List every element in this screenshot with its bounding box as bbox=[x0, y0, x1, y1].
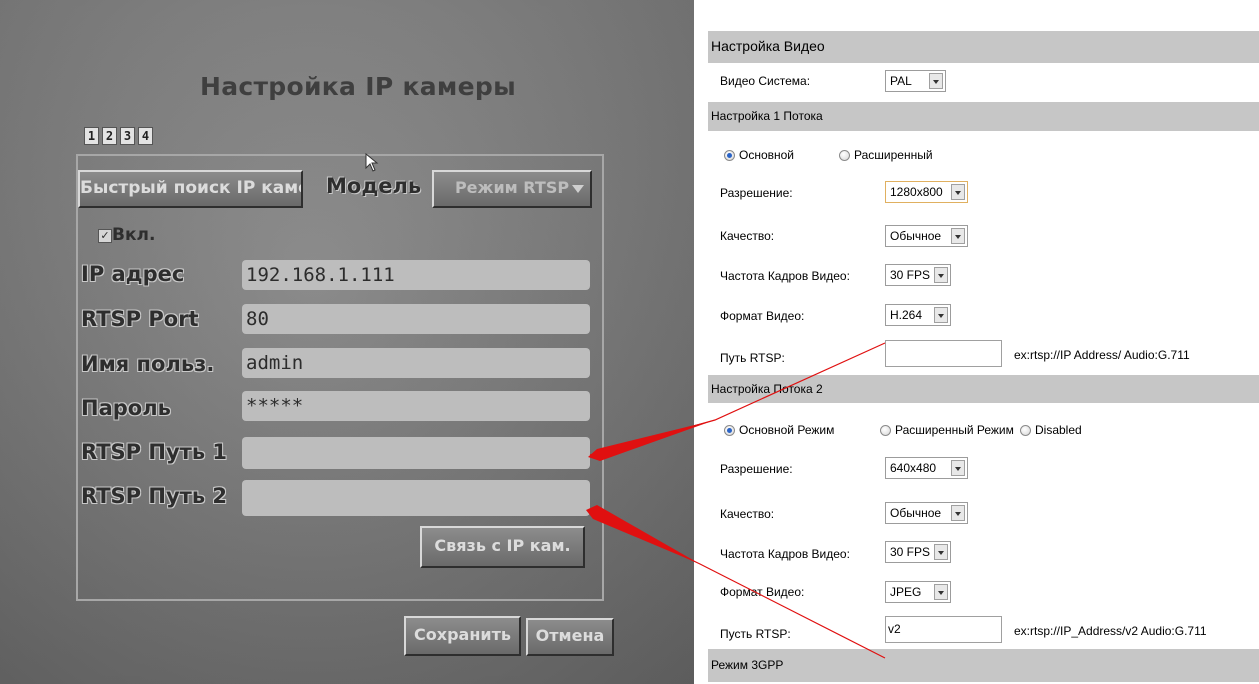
arrow-rtsp-path-1-head bbox=[588, 420, 715, 461]
arrow-rtsp-path-1 bbox=[589, 342, 886, 456]
arrow-rtsp-path-2-head bbox=[586, 505, 700, 564]
annotation-arrows bbox=[586, 342, 886, 659]
